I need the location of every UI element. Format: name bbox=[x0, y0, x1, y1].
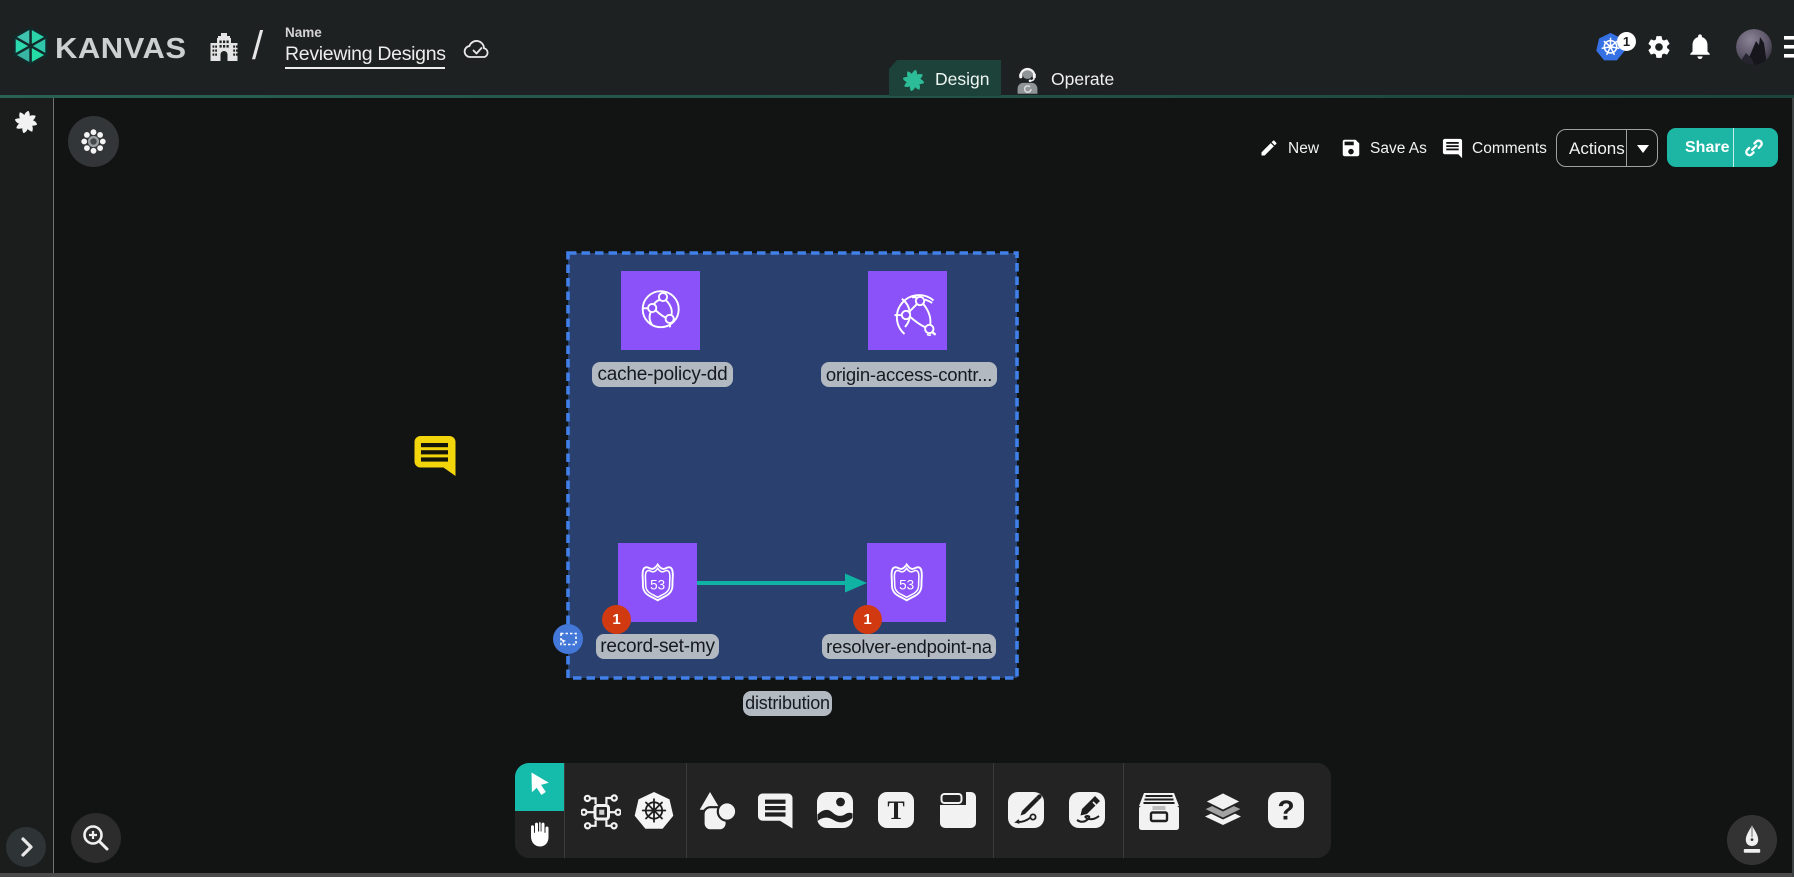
svg-text:?: ? bbox=[1277, 795, 1294, 826]
svg-text:T: T bbox=[887, 796, 904, 825]
